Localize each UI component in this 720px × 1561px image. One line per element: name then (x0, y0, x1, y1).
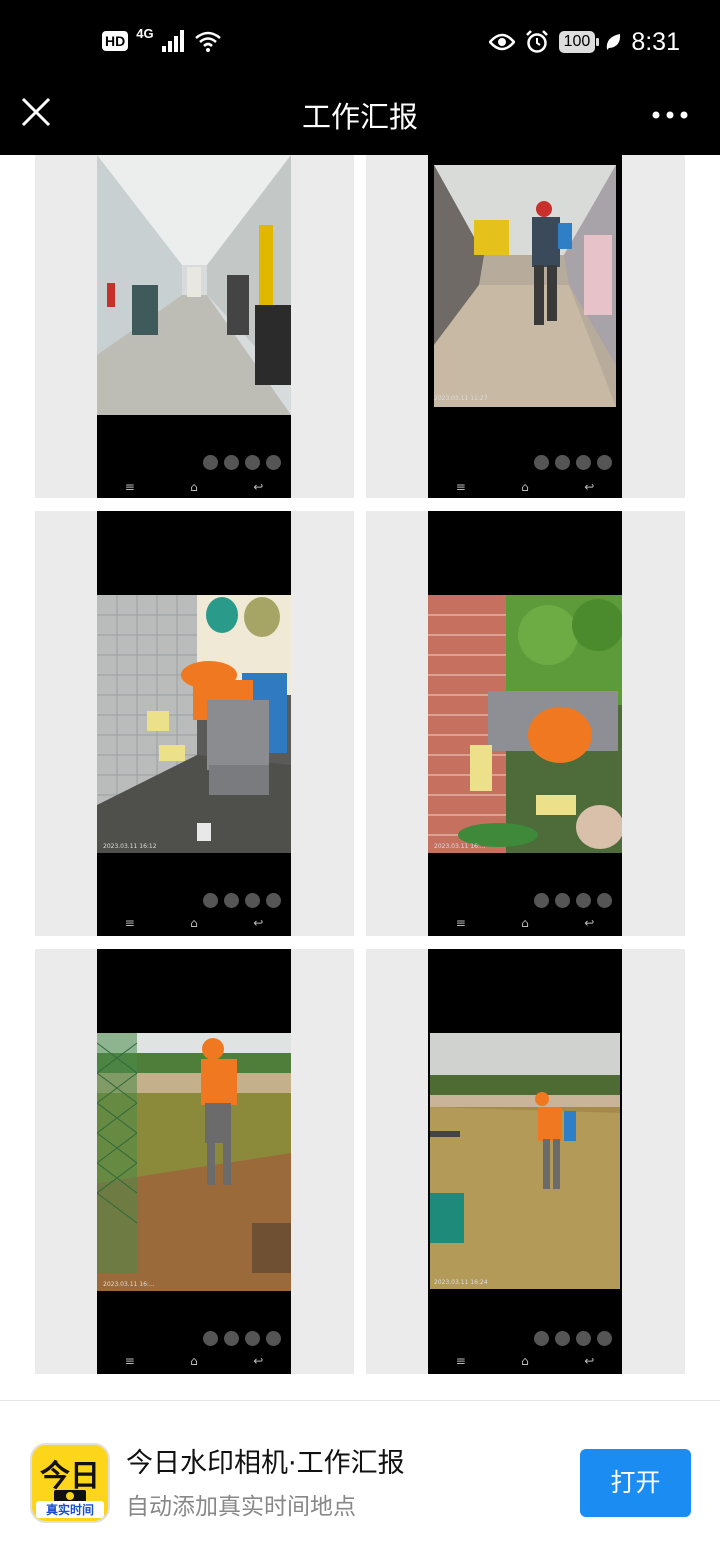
app-icon[interactable]: 今日 真实时间 (30, 1443, 110, 1523)
phone-screenshot: 2023.03.11 16:12 ≡ ⌂ ↩ (97, 511, 291, 936)
phone-screenshot: 2023.03.11 16:... ≡ ⌂ ↩ (97, 949, 291, 1374)
hd-badge: HD (102, 31, 129, 51)
photo-timestamp: 2023.03.11 16:24 (434, 1279, 488, 1286)
status-right: 100 8:31 (488, 26, 680, 58)
photo-worker-fence (97, 1033, 291, 1291)
app-banner: 今日 真实时间 今日水印相机·工作汇报 自动添加真实时间地点 打开 (0, 1400, 720, 1561)
leaf-icon (607, 34, 621, 50)
alarm-icon (525, 30, 548, 53)
photo-spraying-corridor (434, 165, 616, 407)
network-type: 4G (136, 25, 154, 41)
camera-action-icons (203, 455, 281, 470)
photo-timestamp: 2023.03.11 16:... (103, 1281, 155, 1288)
camera-action-icons (534, 1331, 612, 1346)
signal-icon (161, 30, 184, 52)
screenshot-tile-6[interactable]: 2023.03.11 16:24 ≡ ⌂ ↩ (366, 949, 685, 1374)
phone-screenshot: ≡ ⌂ ↩ (97, 155, 291, 498)
more-icon (652, 111, 688, 119)
phone-nav-keys: ≡ ⌂ ↩ (455, 916, 595, 930)
phone-screenshot: 2023.03.11 16:24 ≡ ⌂ ↩ (428, 949, 622, 1374)
camera-action-icons (534, 893, 612, 908)
open-app-button[interactable]: 打开 (580, 1449, 691, 1517)
app-subtitle: 自动添加真实时间地点 (126, 1494, 356, 1520)
photo-worker-tile-wall (97, 595, 291, 853)
clock: 8:31 (631, 27, 680, 56)
eye-icon (488, 33, 515, 51)
screenshot-tile-1[interactable]: ≡ ⌂ ↩ (35, 155, 354, 498)
photo-timestamp: 2023.03.11 11:27 (434, 395, 488, 402)
photo-timestamp: 2023.03.11 16:12 (103, 843, 157, 850)
screenshot-tile-4[interactable]: 2023.03.11 16:... ≡ ⌂ ↩ (366, 511, 685, 936)
phone-nav-keys: ≡ ⌂ ↩ (124, 1354, 264, 1368)
screenshot-tile-2[interactable]: 2023.03.11 11:27 ≡ ⌂ ↩ (366, 155, 685, 498)
camera-action-icons (203, 1331, 281, 1346)
screenshot-tile-3[interactable]: 2023.03.11 16:12 ≡ ⌂ ↩ (35, 511, 354, 936)
wifi-icon (194, 31, 221, 52)
phone-nav-keys: ≡ ⌂ ↩ (455, 480, 595, 494)
photo-timestamp: 2023.03.11 16:... (434, 843, 486, 850)
app-icon-label: 真实时间 (36, 1501, 104, 1518)
phone-nav-keys: ≡ ⌂ ↩ (124, 916, 264, 930)
nav-bar: 工作汇报 (0, 84, 720, 155)
more-button[interactable] (650, 106, 690, 119)
status-left: HD 4G (102, 26, 222, 56)
app-title: 今日水印相机·工作汇报 (126, 1448, 405, 1479)
status-bar: HD 4G 100 8:31 (0, 0, 720, 84)
phone-screenshot: 2023.03.11 16:... ≡ ⌂ ↩ (428, 511, 622, 936)
screenshot-tile-5[interactable]: 2023.03.11 16:... ≡ ⌂ ↩ (35, 949, 354, 1374)
photo-corridor (97, 155, 291, 415)
battery-indicator: 100 (558, 31, 600, 53)
page-title: 工作汇报 (301, 100, 418, 134)
photo-worker-field (430, 1033, 620, 1289)
phone-nav-keys: ≡ ⌂ ↩ (455, 1354, 595, 1368)
phone-nav-keys: ≡ ⌂ ↩ (124, 480, 264, 494)
camera-action-icons (203, 893, 281, 908)
photo-worker-brick-wall (428, 595, 622, 853)
camera-action-icons (534, 455, 612, 470)
phone-screenshot: 2023.03.11 11:27 ≡ ⌂ ↩ (428, 155, 622, 498)
image-grid: ≡ ⌂ ↩ 2023.03.11 11:27 ≡ ⌂ ↩ 2023.03.11 … (0, 155, 720, 1400)
